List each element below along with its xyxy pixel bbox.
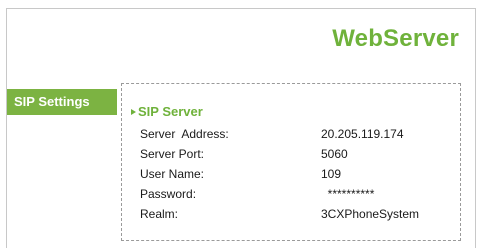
field-value: ********** xyxy=(321,187,375,201)
sidebar-item-label: SIP Settings xyxy=(14,94,90,109)
field-list: Server Address: 20.205.119.174 Server Po… xyxy=(122,124,460,224)
field-value: 3CXPhoneSystem xyxy=(321,207,420,221)
field-row-user-name: User Name: 109 xyxy=(122,164,460,184)
field-value: 20.205.119.174 xyxy=(321,127,404,141)
field-row-server-address: Server Address: 20.205.119.174 xyxy=(122,124,460,144)
field-row-realm: Realm: 3CXPhoneSystem xyxy=(122,204,460,224)
field-label: Server Address: xyxy=(140,127,229,141)
field-label: Password: xyxy=(140,187,197,201)
field-label: Realm: xyxy=(140,207,179,221)
field-value: 109 xyxy=(321,167,342,181)
field-value: 5060 xyxy=(321,147,348,161)
field-label: Server Port: xyxy=(140,147,205,161)
field-label: User Name: xyxy=(140,167,205,181)
section-header: SIP Server xyxy=(131,104,203,119)
sidebar-item-sip-settings[interactable]: SIP Settings xyxy=(7,89,117,115)
app-frame: WebServer SIP Settings SIP Server Server… xyxy=(6,8,476,248)
field-row-server-port: Server Port: 5060 xyxy=(122,144,460,164)
section-title: SIP Server xyxy=(138,104,203,119)
app-title: WebServer xyxy=(332,25,459,52)
field-row-password: Password: ********** xyxy=(122,184,460,204)
sip-server-panel: SIP Server Server Address: 20.205.119.17… xyxy=(121,83,461,241)
arrow-right-icon xyxy=(131,108,136,115)
